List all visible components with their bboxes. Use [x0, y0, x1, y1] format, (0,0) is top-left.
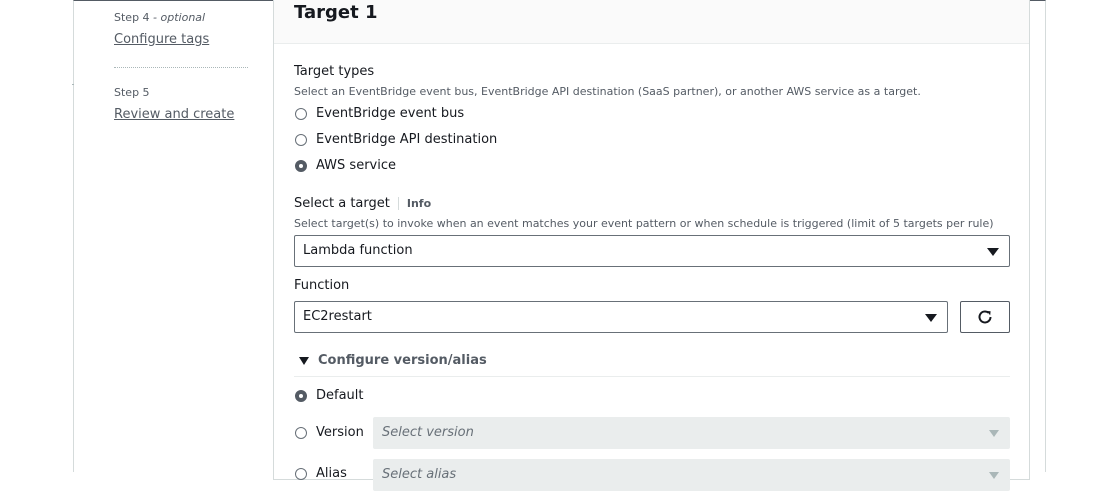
step-review-and-create-link[interactable]: Review and create — [114, 107, 234, 122]
panel-title: Target 1 — [294, 2, 378, 23]
radio-button[interactable] — [295, 426, 307, 439]
version-select: Select version — [373, 417, 1010, 449]
section-divider — [294, 376, 1010, 377]
radio-eventbridge-event-bus[interactable]: EventBridge event bus — [295, 106, 464, 121]
caret-down-icon — [987, 248, 999, 256]
radio-button[interactable] — [295, 467, 307, 480]
radio-aws-service[interactable]: AWS service — [295, 158, 396, 173]
radio-version[interactable]: Version — [295, 425, 364, 440]
select-target-label: Select a target Info — [294, 196, 432, 211]
refresh-icon — [978, 310, 992, 324]
target-type-select[interactable]: Lambda function — [294, 235, 1010, 267]
caret-down-icon — [989, 430, 999, 437]
left-edge-mark — [72, 84, 74, 85]
radio-default[interactable]: Default — [295, 388, 364, 403]
radio-button[interactable] — [295, 107, 307, 120]
select-target-description: Select target(s) to invoke when an event… — [294, 217, 994, 230]
caret-down-icon — [925, 314, 937, 322]
step-divider — [114, 67, 248, 68]
radio-button[interactable] — [295, 133, 307, 146]
radio-alias[interactable]: Alias — [295, 466, 347, 481]
radio-button-selected[interactable] — [295, 389, 307, 402]
refresh-functions-button[interactable] — [960, 301, 1010, 333]
panel-header: Target 1 — [274, 0, 1029, 44]
caret-down-icon — [989, 472, 999, 479]
alias-select: Select alias — [373, 459, 1010, 491]
info-link[interactable]: Info — [397, 197, 432, 210]
function-select[interactable]: EC2restart — [294, 301, 948, 333]
step-5-label: Step 5 — [114, 86, 150, 99]
radio-eventbridge-api-destination[interactable]: EventBridge API destination — [295, 132, 497, 147]
caret-down-icon — [299, 356, 309, 365]
target-panel: Target 1 Target types Select an EventBri… — [273, 0, 1030, 491]
step-configure-tags-link[interactable]: Configure tags — [114, 32, 209, 47]
step-4-label: Step 4 - optional — [114, 11, 206, 24]
target-types-label: Target types — [294, 64, 375, 79]
function-label: Function — [294, 278, 350, 293]
radio-button-selected[interactable] — [295, 159, 307, 172]
target-types-description: Select an EventBridge event bus, EventBr… — [294, 85, 921, 98]
configure-version-alias-toggle[interactable]: Configure version/alias — [299, 353, 487, 368]
